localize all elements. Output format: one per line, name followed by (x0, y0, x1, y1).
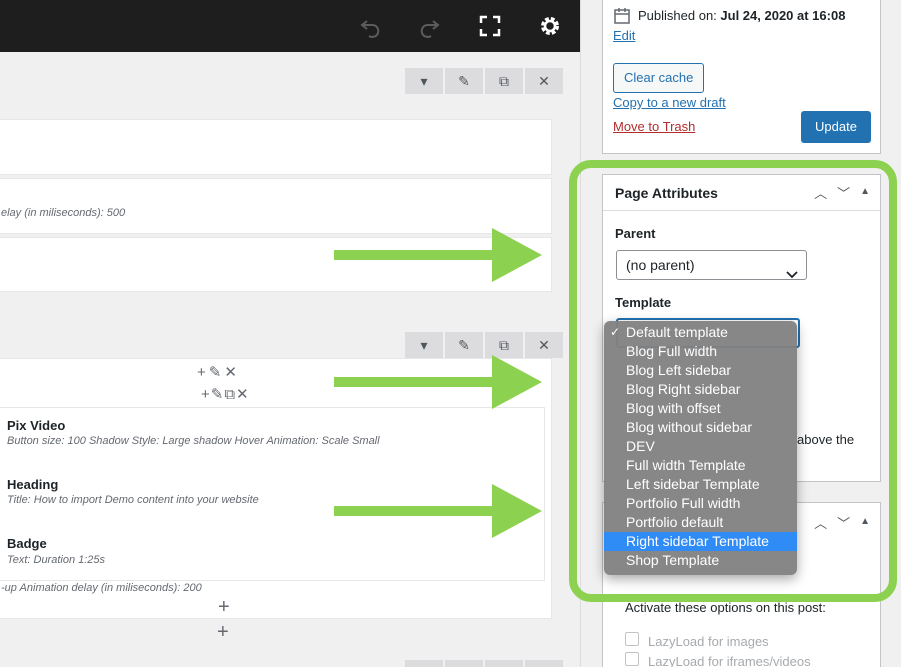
template-option-label: Right sidebar Template (626, 533, 769, 549)
template-option-label: Blog Full width (626, 343, 718, 359)
annotation-arrow (334, 355, 542, 409)
section-toolbar (405, 660, 565, 667)
template-option-label: Left sidebar Template (626, 476, 760, 492)
publish-date: Published on: Jul 24, 2020 at 16:08 (638, 8, 845, 23)
template-option-label: Shop Template (626, 552, 720, 568)
copy-draft-link[interactable]: Copy to a new draft (613, 95, 726, 110)
copy-icon[interactable]: ⧉ (485, 68, 523, 94)
lazyload-images-checkbox[interactable] (625, 632, 639, 646)
add-row-icon[interactable]: + (217, 622, 229, 642)
template-option[interactable]: ✓ Default template (604, 323, 797, 342)
row-block[interactable]: elay (in miliseconds): 500 (0, 178, 552, 234)
undo-icon[interactable] (355, 11, 385, 41)
published-date-value: Jul 24, 2020 at 16:08 (720, 8, 846, 23)
clear-cache-button[interactable]: Clear cache (613, 63, 705, 93)
element-summary: Text: Duration 1:25s (7, 554, 106, 566)
template-option[interactable]: Full width Template (604, 456, 797, 475)
row-controls[interactable]: +✎✕ (197, 363, 240, 381)
row-settings-text: elay (in miliseconds): 500 (1, 207, 126, 219)
template-option-label: Portfolio default (626, 514, 724, 530)
chevron-down-icon[interactable] (405, 660, 443, 667)
element-title[interactable]: Badge (7, 536, 47, 551)
column-controls[interactable]: +✎⧉✕ (201, 385, 250, 403)
redo-icon[interactable] (415, 11, 445, 41)
close-icon[interactable] (525, 660, 563, 667)
element-summary: Title: How to import Demo content into y… (7, 494, 259, 506)
template-option[interactable]: Right sidebar Template (604, 532, 797, 551)
template-option-label: Blog Right sidebar (626, 381, 741, 397)
publish-panel: Published on: Jul 24, 2020 at 16:08 Edit… (602, 0, 881, 154)
row-block[interactable] (0, 119, 552, 175)
section-toolbar: ▾ ✎ ⧉ ✕ (405, 68, 565, 94)
gear-icon[interactable] (535, 11, 565, 41)
template-option-label: DEV (626, 438, 655, 454)
template-option-label: Blog without sidebar (626, 419, 753, 435)
annotation-arrow (334, 228, 542, 282)
trash-link[interactable]: Move to Trash (613, 119, 695, 134)
template-option[interactable]: Blog Full width (604, 342, 797, 361)
template-option[interactable]: Shop Template (604, 551, 797, 570)
template-dropdown-menu: ✓ Default template Blog Full width Blog Lef… (604, 321, 797, 575)
copy-icon[interactable] (485, 660, 523, 667)
template-option[interactable]: Portfolio default (604, 513, 797, 532)
template-option-label: Default template (626, 324, 728, 340)
fullscreen-icon[interactable] (475, 11, 505, 41)
template-option-label: Full width Template (626, 457, 746, 473)
pencil-icon[interactable] (445, 660, 483, 667)
published-label: Published on: (638, 8, 717, 23)
add-element-icon[interactable]: + (218, 597, 230, 617)
template-option[interactable]: Blog with offset (604, 399, 797, 418)
update-button[interactable]: Update (801, 111, 871, 143)
template-option-label: Blog with offset (626, 400, 721, 416)
element-title[interactable]: Pix Video (7, 418, 65, 433)
template-option[interactable]: DEV (604, 437, 797, 456)
template-option[interactable]: Blog Left sidebar (604, 361, 797, 380)
edit-date-link[interactable]: Edit (613, 28, 635, 43)
element-summary: Button size: 100 Shadow Style: Large sha… (7, 435, 380, 447)
template-option-label: Portfolio Full width (626, 495, 741, 511)
template-option[interactable]: Blog Right sidebar (604, 380, 797, 399)
lazyload-intro: Activate these options on this post: (625, 600, 826, 615)
annotation-arrow (334, 484, 542, 538)
chevron-down-icon[interactable]: ▾ (405, 68, 443, 94)
lazyload-iframes-label: LazyLoad for iframes/videos (648, 654, 811, 667)
lazyload-images-label: LazyLoad for images (648, 634, 769, 649)
template-option[interactable]: Left sidebar Template (604, 475, 797, 494)
template-option-label: Blog Left sidebar (626, 362, 732, 378)
editor-toolbar (0, 0, 580, 52)
template-option[interactable]: Portfolio Full width (604, 494, 797, 513)
pencil-icon[interactable]: ✎ (445, 68, 483, 94)
close-icon[interactable]: ✕ (525, 68, 563, 94)
row-settings-text: -up Animation delay (in miliseconds): 20… (1, 582, 202, 594)
calendar-icon (613, 7, 631, 28)
lazyload-iframes-checkbox[interactable] (625, 652, 639, 666)
template-option[interactable]: Blog without sidebar (604, 418, 797, 437)
checkmark-icon: ✓ (610, 325, 621, 339)
element-title[interactable]: Heading (7, 477, 58, 492)
